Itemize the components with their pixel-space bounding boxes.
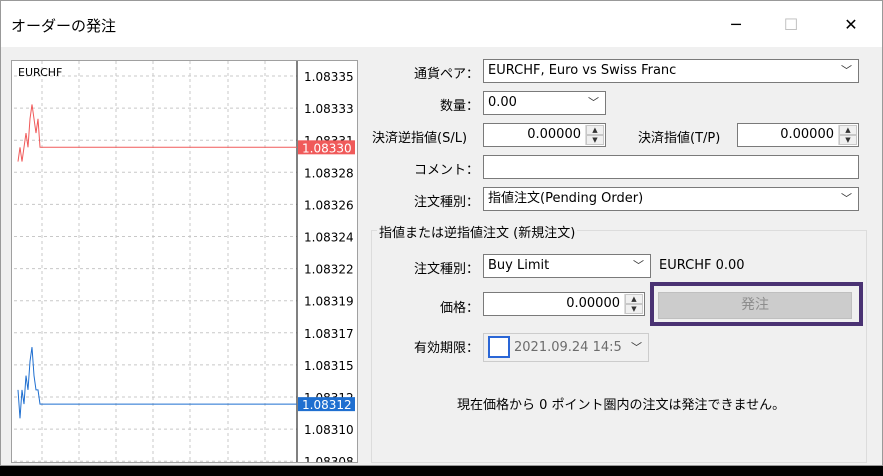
order-dialog: オーダーの発注 ─ ☐ ✕ 1.083351.083331.083311.083… [0,0,883,466]
comment-label: コメント： [413,163,479,178]
pair-value: EURCHF, Euro vs Swiss Franc [488,63,677,78]
maximize-button: ☐ [768,1,814,47]
y-tick-label: 1.08328 [304,166,354,180]
pending-info: EURCHF 0.00 [659,258,745,273]
pending-type-label: 注文種別： [413,262,479,277]
chevron-down-icon: ﹀ [841,192,852,205]
qty-value: 0.00 [488,95,517,110]
chart-symbol: EURCHF [18,66,62,79]
pair-select[interactable]: EURCHF, Euro vs Swiss Franc ﹀ [483,59,859,83]
order-type-value: 指値注文(Pending Order) [488,191,644,206]
sl-label: 決済逆指値(S/L) [372,131,468,146]
pending-group-title: 指値または逆指値注文 (新規注文) [377,222,578,241]
y-tick-label: 1.08310 [304,423,354,437]
y-tick-label: 1.08322 [304,263,354,277]
price-input[interactable]: 0.00000 ▲ ▼ [483,292,645,316]
spin-up-icon[interactable]: ▲ [586,125,604,135]
y-tick-label: 1.08317 [304,327,354,341]
comment-input[interactable] [483,155,859,179]
close-button[interactable]: ✕ [828,1,874,47]
pending-type-value: Buy Limit [488,258,550,273]
notice-text: 現在価格から 0 ポイント圏内の注文は発注できません。 [457,398,786,413]
spin-down-icon[interactable]: ▼ [625,304,643,314]
expiry-label: 有効期限： [413,341,479,356]
sl-input[interactable]: 0.00000 ▲ ▼ [483,123,606,147]
spin-up-icon[interactable]: ▲ [625,294,643,304]
y-tick-label: 1.08335 [304,70,354,84]
minimize-icon: ─ [731,14,741,34]
tp-input[interactable]: 0.00000 ▲ ▼ [737,123,859,147]
minimize-button[interactable]: ─ [713,1,759,47]
pending-type-select[interactable]: Buy Limit ﹀ [483,254,651,278]
pair-label: 通貨ペア： [413,67,479,82]
close-icon: ✕ [844,14,858,34]
y-tick-label: 1.08308 [304,455,354,462]
y-tick-label: 1.08315 [304,359,354,373]
y-tick-label: 1.08319 [304,295,354,309]
qty-combo[interactable]: 0.00 ﹀ [483,91,606,115]
sl-value: 0.00000 [527,127,581,142]
qty-label: 数量： [439,99,479,114]
chevron-down-icon: ﹀ [841,64,852,77]
y-tick-label: 1.08333 [304,102,354,116]
chevron-down-icon: ﹀ [633,259,644,272]
sl-stepper[interactable]: ▲ ▼ [585,125,604,145]
tp-stepper[interactable]: ▲ ▼ [838,125,857,145]
expiry-value: 2021.09.24 14:5 [514,340,622,355]
bid-price-label: 1.08312 [302,398,352,412]
spin-down-icon[interactable]: ▼ [839,135,857,145]
spin-up-icon[interactable]: ▲ [839,125,857,135]
spin-down-icon[interactable]: ▼ [586,135,604,145]
expiry-checkbox[interactable] [488,336,510,358]
place-order-button[interactable]: 発注 [658,292,852,319]
tp-label: 決済指値(T/P) [638,131,721,146]
y-tick-label: 1.08324 [304,231,354,245]
price-value: 0.00000 [566,296,620,311]
ask-price-label: 1.08330 [302,141,352,155]
background-chart-strip [0,466,883,476]
ask-line [17,104,297,162]
chart-canvas: 1.083351.083331.083311.083281.083261.083… [14,61,355,462]
tp-value: 0.00000 [780,127,834,142]
tick-chart: 1.083351.083331.083311.083281.083261.083… [11,60,358,463]
chevron-down-icon: ﹀ [631,341,642,354]
chevron-down-icon: ﹀ [588,96,599,109]
price-stepper[interactable]: ▲ ▼ [624,294,643,314]
y-tick-label: 1.08326 [304,198,354,212]
bid-line [17,347,297,419]
price-label: 価格： [439,301,479,316]
order-type-select[interactable]: 指値注文(Pending Order) ﹀ [483,187,859,211]
maximize-icon: ☐ [783,14,799,34]
window-title: オーダーの発注 [11,17,117,35]
title-bar[interactable]: オーダーの発注 ─ ☐ ✕ [1,1,882,47]
order-type-label: 注文種別： [413,195,479,210]
